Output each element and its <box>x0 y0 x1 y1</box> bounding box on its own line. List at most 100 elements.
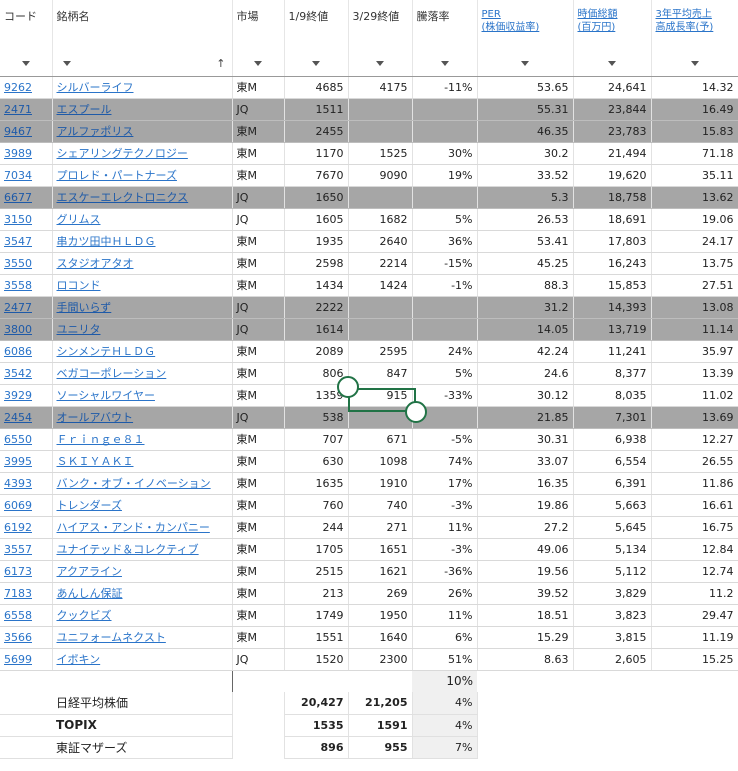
cell-close-jan[interactable]: 2089 <box>284 340 349 363</box>
cell-name[interactable]: アクアライン <box>52 560 233 583</box>
index-label[interactable]: 東証マザーズ <box>52 736 233 759</box>
cell-change[interactable]: -11% <box>412 76 478 99</box>
cell-close-mar[interactable]: 2595 <box>348 340 413 363</box>
cell-growth[interactable]: 71.18 <box>651 142 738 165</box>
cell-close-jan[interactable]: 1614 <box>284 318 349 341</box>
cell-market[interactable]: JQ <box>231 186 285 209</box>
cell-code[interactable]: 9262 <box>0 76 53 99</box>
cell-change[interactable] <box>412 318 478 341</box>
index-change[interactable]: 4% <box>412 714 478 737</box>
filter-market-cap[interactable] <box>573 52 652 77</box>
cell-code[interactable]: 6550 <box>0 428 53 451</box>
stock-name-link[interactable]: シンメンテＨＬＤＧ <box>57 345 156 358</box>
table-row[interactable]: 3989 シェアリングテクノロジー 東M 1170 1525 30% 30.2 21,494 7… <box>0 142 738 165</box>
cell-growth[interactable]: 16.61 <box>651 494 738 517</box>
cell-market[interactable]: 東M <box>231 450 285 473</box>
cell-market-cap[interactable]: 23,844 <box>573 98 652 121</box>
cell-market-cap[interactable]: 3,823 <box>573 604 652 627</box>
cell-code[interactable]: 6677 <box>0 186 53 209</box>
stock-code-link[interactable]: 3800 <box>4 323 32 336</box>
cell-change[interactable]: 26% <box>412 582 478 605</box>
filter-dropdown-icon[interactable] <box>376 61 384 67</box>
cell-code[interactable]: 4393 <box>0 472 53 495</box>
stock-code-link[interactable]: 3547 <box>4 235 32 248</box>
table-row[interactable]: 6677 エスケーエレクトロニクス JQ 1650 5.3 18,758 13.62 <box>0 186 738 209</box>
stock-name-link[interactable]: イボキン <box>57 653 101 666</box>
cell-close-jan[interactable]: 213 <box>284 582 349 605</box>
cell-change[interactable]: -3% <box>412 494 478 517</box>
header-market[interactable]: 市場 <box>231 0 285 52</box>
cell-name[interactable]: ユニリタ <box>52 318 233 341</box>
cell-name[interactable]: 手間いらず <box>52 296 233 319</box>
cell-close-jan[interactable]: 1749 <box>284 604 349 627</box>
cell-close-jan[interactable]: 1650 <box>284 186 349 209</box>
cell-close-jan[interactable]: 1635 <box>284 472 349 495</box>
cell-growth[interactable]: 26.55 <box>651 450 738 473</box>
cell-name[interactable]: ＳＫＩＹＡＫＩ <box>52 450 233 473</box>
stock-code-link[interactable]: 3550 <box>4 257 32 270</box>
cell-per[interactable]: 55.31 <box>477 98 574 121</box>
cell-code[interactable]: 3150 <box>0 208 53 231</box>
header-per-line1[interactable]: PER <box>482 8 569 21</box>
cell-name[interactable]: ベガコーポレーション <box>52 362 233 385</box>
cell-market[interactable]: 東M <box>231 164 285 187</box>
cell-growth[interactable]: 12.74 <box>651 560 738 583</box>
cell-market-cap[interactable]: 15,853 <box>573 274 652 297</box>
table-row[interactable]: 5699 イボキン JQ 1520 2300 51% 8.63 2,605 15.25 <box>0 648 738 671</box>
cell-close-jan[interactable]: 538 <box>284 406 349 429</box>
cell-growth[interactable]: 13.69 <box>651 406 738 429</box>
cell-market-cap[interactable]: 11,241 <box>573 340 652 363</box>
cell-per[interactable]: 30.12 <box>477 384 574 407</box>
table-row[interactable]: 4393 バンク・オブ・イノベーション 東M 1635 1910 17% 16.35 6,39… <box>0 472 738 495</box>
cell-close-mar[interactable]: 1424 <box>348 274 413 297</box>
cell-code[interactable]: 3989 <box>0 142 53 165</box>
cell-close-jan[interactable]: 2598 <box>284 252 349 275</box>
cell-close-jan[interactable]: 1434 <box>284 274 349 297</box>
cell-growth[interactable]: 35.11 <box>651 164 738 187</box>
header-name[interactable]: 銘柄名 <box>52 0 233 52</box>
index-row[interactable]: 東証マザーズ 896 955 7% <box>0 736 738 759</box>
cell-change[interactable] <box>412 186 478 209</box>
cell-market[interactable]: JQ <box>231 318 285 341</box>
cell-per[interactable]: 31.2 <box>477 296 574 319</box>
cell-market-cap[interactable]: 8,377 <box>573 362 652 385</box>
filter-dropdown-icon[interactable] <box>440 61 449 67</box>
cell-code[interactable]: 2471 <box>0 98 53 121</box>
stock-code-link[interactable]: 2454 <box>4 411 32 424</box>
cell-code[interactable]: 3566 <box>0 626 53 649</box>
header-close-jan[interactable]: 1/9終値 <box>284 0 349 52</box>
cell-growth[interactable]: 14.32 <box>651 76 738 99</box>
table-row[interactable]: 6550 Ｆｒｉｎｇｅ８１ 東M 707 671 -5% 30.31 6,938 12.27 <box>0 428 738 451</box>
cell-market-cap[interactable]: 3,815 <box>573 626 652 649</box>
cell-name[interactable]: トレンダーズ <box>52 494 233 517</box>
filter-growth[interactable] <box>651 52 738 77</box>
cell-close-mar[interactable]: 1640 <box>348 626 413 649</box>
table-row[interactable]: 6069 トレンダーズ 東M 760 740 -3% 19.86 5,663 16.61 <box>0 494 738 517</box>
cell-change[interactable]: -15% <box>412 252 478 275</box>
cell-market-cap[interactable]: 6,938 <box>573 428 652 451</box>
cell-name[interactable]: 串カツ田中ＨＬＤＧ <box>52 230 233 253</box>
cell-market[interactable]: 東M <box>231 76 285 99</box>
stock-name-link[interactable]: Ｆｒｉｎｇｅ８１ <box>57 433 145 446</box>
cell-change[interactable]: 6% <box>412 626 478 649</box>
cell-close-mar[interactable]: 1950 <box>348 604 413 627</box>
cell-name[interactable]: シルバーライフ <box>52 76 233 99</box>
header-cap-line2[interactable]: (百万円) <box>578 21 647 34</box>
cell-market[interactable]: 東M <box>231 494 285 517</box>
header-close-mar[interactable]: 3/29終値 <box>348 0 413 52</box>
filter-dropdown-icon[interactable] <box>62 61 71 67</box>
cell-close-mar[interactable] <box>348 186 413 209</box>
cell-name[interactable]: クックビズ <box>52 604 233 627</box>
cell-market[interactable]: 東M <box>231 340 285 363</box>
cell-code[interactable]: 6173 <box>0 560 53 583</box>
cell-growth[interactable]: 12.84 <box>651 538 738 561</box>
stock-name-link[interactable]: シルバーライフ <box>57 81 134 94</box>
table-row[interactable]: 2454 オールアバウト JQ 538 21.85 7,301 13.69 <box>0 406 738 429</box>
cell-close-mar[interactable]: 740 <box>348 494 413 517</box>
stock-name-link[interactable]: プロレド・パートナーズ <box>57 169 177 182</box>
cell-close-jan[interactable]: 7670 <box>284 164 349 187</box>
cell-per[interactable]: 19.56 <box>477 560 574 583</box>
cell-change[interactable]: 11% <box>412 516 478 539</box>
table-row[interactable]: 3557 ユナイテッド＆コレクティブ 東M 1705 1651 -3% 49.06 5,134… <box>0 538 738 561</box>
stock-name-link[interactable]: ベガコーポレーション <box>57 367 167 380</box>
